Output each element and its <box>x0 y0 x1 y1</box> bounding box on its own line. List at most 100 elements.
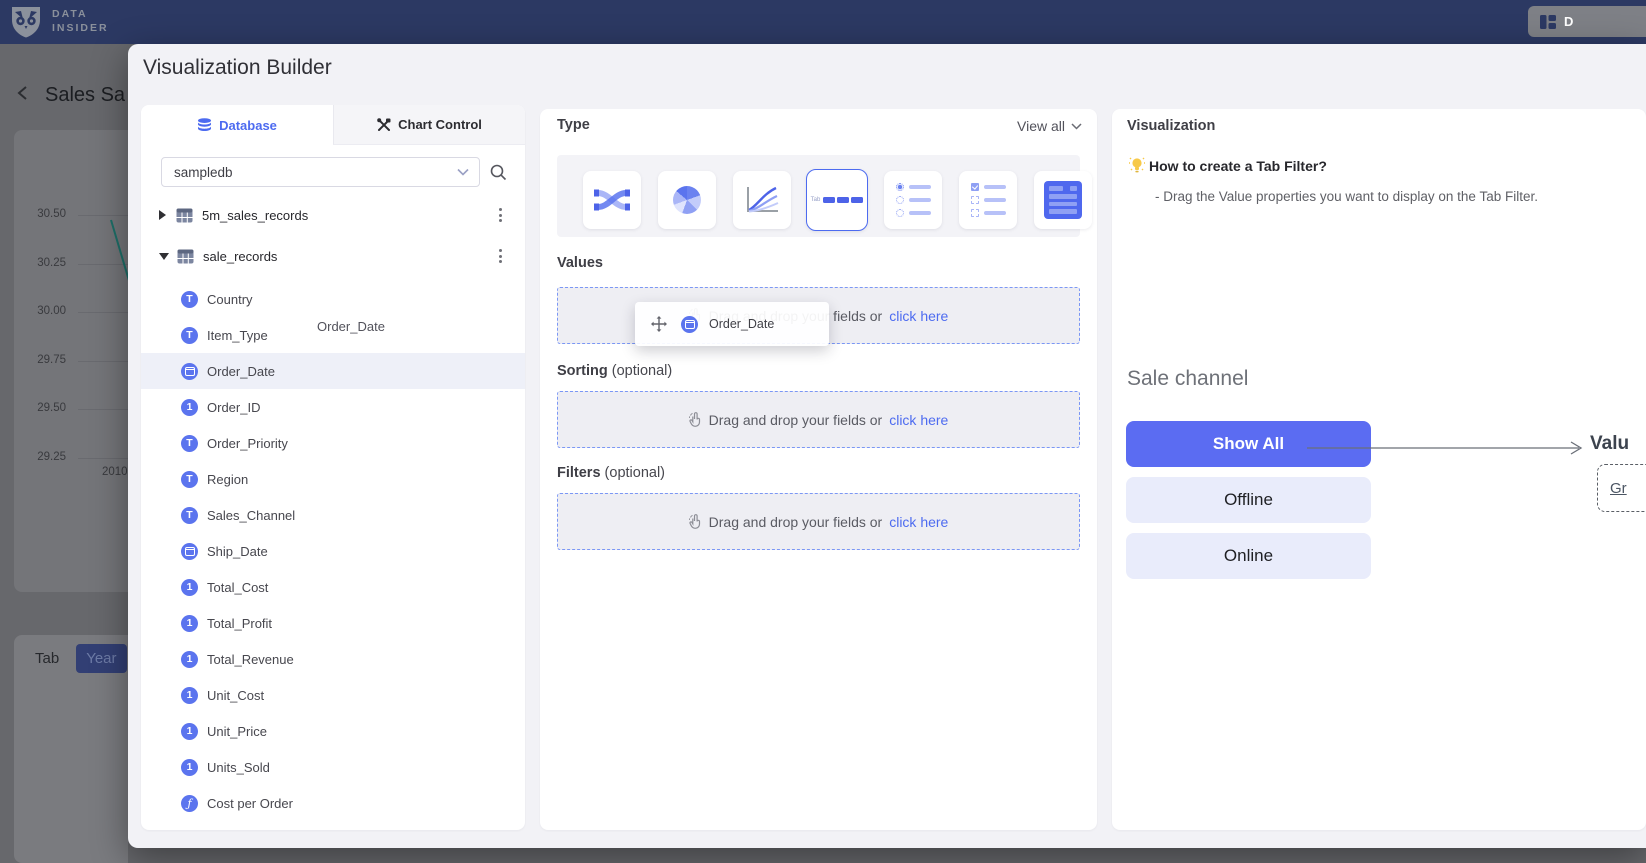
field-label: Order_Priority <box>207 436 288 451</box>
field-row[interactable]: T Sales_Channel <box>141 497 525 533</box>
checkbox-list-icon <box>971 183 1006 217</box>
field-row[interactable]: 1 Unit_Cost <box>141 677 525 713</box>
field-label: Units_Sold <box>207 760 270 775</box>
period-tab-tab[interactable]: Tab <box>25 644 69 673</box>
field-row[interactable]: T Region <box>141 461 525 497</box>
field-row[interactable]: ƒ Cost per Order <box>141 785 525 821</box>
table-row-sale-records[interactable]: sale_records <box>141 242 525 270</box>
view-all-dropdown[interactable]: View all <box>1017 118 1082 134</box>
type-option-line[interactable] <box>733 171 791 229</box>
drag-ghost-label: Order_Date <box>317 319 385 334</box>
chevron-down-icon <box>457 168 469 176</box>
values-section-label: Values <box>557 255 603 271</box>
visualization-builder-modal: Visualization Builder Database Chart C <box>128 44 1646 848</box>
tab-chart-control[interactable]: Chart Control <box>333 105 525 145</box>
field-label: Total_Profit <box>207 616 272 631</box>
field-row[interactable]: 1 Order_ID <box>141 389 525 425</box>
caret-collapsed-icon[interactable] <box>159 210 166 220</box>
field-row[interactable]: T Country <box>141 281 525 317</box>
drag-hand-icon <box>689 412 702 427</box>
text-field-icon: T <box>181 471 198 488</box>
filters-dropzone[interactable]: Drag and drop your fields or click here <box>557 493 1080 550</box>
table-name: sale_records <box>203 249 277 264</box>
tip-body: - Drag the Value properties you want to … <box>1155 189 1538 204</box>
dropzone-text: Drag and drop your fields or <box>709 412 883 428</box>
table-row-5m-sales-records[interactable]: 5m_sales_records <box>141 201 525 229</box>
dropzone-click-here-link[interactable]: click here <box>889 308 948 324</box>
field-row[interactable]: 1 Units_Sold <box>141 749 525 785</box>
preview-button-offline[interactable]: Offline <box>1126 477 1371 523</box>
field-label: Item_Type <box>207 328 268 343</box>
tab-chart-control-label: Chart Control <box>398 117 482 132</box>
number-field-icon: 1 <box>181 579 198 596</box>
field-row[interactable]: 1 Total_Revenue <box>141 641 525 677</box>
dropzone-click-here-link[interactable]: click here <box>889 514 948 530</box>
type-section-label: Type <box>557 117 590 133</box>
field-row[interactable]: Ship_Date <box>141 533 525 569</box>
chart-line <box>14 130 128 592</box>
field-row[interactable]: 1 Unit_Price <box>141 713 525 749</box>
sorting-dropzone[interactable]: Drag and drop your fields or click here <box>557 391 1080 448</box>
field-label: Cost per Order <box>207 796 293 811</box>
workspace-button[interactable]: D <box>1528 6 1646 37</box>
type-option-sankey[interactable] <box>583 171 641 229</box>
type-option-tab-filter[interactable]: Tab <box>806 169 868 231</box>
field-row[interactable]: T Order_Priority <box>141 425 525 461</box>
annotation-group-box: Gr <box>1597 464 1646 512</box>
annotation-value-label: Valu <box>1590 433 1629 455</box>
widget-title: Sale channel <box>1127 367 1248 391</box>
annotation-group-text: Gr <box>1610 480 1627 497</box>
left-panel-tabs: Database Chart Control <box>141 105 525 145</box>
tab-filter-icon: Tab <box>811 197 864 203</box>
field-row[interactable]: 1 Total_Cost <box>141 569 525 605</box>
tab-database-label: Database <box>219 118 277 133</box>
lightbulb-icon <box>1129 157 1145 174</box>
datasource-select[interactable]: sampledb <box>161 157 480 187</box>
visualization-label: Visualization <box>1127 118 1215 134</box>
tools-icon <box>377 118 391 132</box>
dropzone-text: Drag and drop your fields or <box>709 514 883 530</box>
tab-database[interactable]: Database <box>141 105 333 145</box>
chip-label: Order_Date <box>709 317 774 331</box>
chevron-down-icon <box>1071 123 1082 130</box>
period-tab-year[interactable]: Year <box>76 644 126 673</box>
tip-title: How to create a Tab Filter? <box>1149 158 1327 174</box>
date-field-icon <box>181 543 198 560</box>
back-chevron-icon[interactable] <box>14 84 32 102</box>
number-field-icon: 1 <box>181 399 198 416</box>
text-field-icon: T <box>181 291 198 308</box>
type-option-checkbox-list[interactable] <box>959 171 1017 229</box>
table-name: 5m_sales_records <box>202 208 308 223</box>
background-chart-card: 30.5030.2530.0029.7529.5029.25 2010 <box>14 130 128 592</box>
builder-panel: Type View all <box>540 109 1097 830</box>
caret-expanded-icon[interactable] <box>159 253 169 260</box>
field-row[interactable]: 1 Total_Profit <box>141 605 525 641</box>
dashboard-icon <box>1540 15 1556 29</box>
number-field-icon: 1 <box>181 723 198 740</box>
background-tab-filter-card: TabYearQu <box>14 635 128 863</box>
owl-logo-icon <box>8 4 44 40</box>
kebab-menu-icon[interactable] <box>491 205 509 225</box>
period-tabs: TabYearQu <box>25 644 128 673</box>
table-list-icon <box>1044 181 1082 219</box>
drag-hand-icon <box>689 514 702 529</box>
type-option-table[interactable] <box>1034 171 1092 229</box>
field-list: T Country T Item_Type Order_Date 1 Order… <box>141 281 525 821</box>
text-field-icon: T <box>181 327 198 344</box>
type-option-radio-list[interactable] <box>884 171 942 229</box>
sankey-icon <box>594 187 630 213</box>
preview-button-online[interactable]: Online <box>1126 533 1371 579</box>
function-field-icon: ƒ <box>181 795 198 812</box>
database-icon <box>197 118 212 133</box>
field-label: Unit_Cost <box>207 688 264 703</box>
search-icon[interactable] <box>490 164 507 181</box>
dropzone-click-here-link[interactable]: click here <box>889 412 948 428</box>
field-row[interactable]: Order_Date <box>141 353 525 389</box>
type-option-pie[interactable] <box>658 171 716 229</box>
dragging-field-chip[interactable]: Order_Date <box>635 302 829 346</box>
page-title: Sales Sa <box>45 84 130 107</box>
kebab-menu-icon[interactable] <box>491 246 509 266</box>
filters-section-label: Filters (optional) <box>557 465 665 481</box>
text-field-icon: T <box>181 507 198 524</box>
annotation-arrow <box>1307 439 1591 457</box>
